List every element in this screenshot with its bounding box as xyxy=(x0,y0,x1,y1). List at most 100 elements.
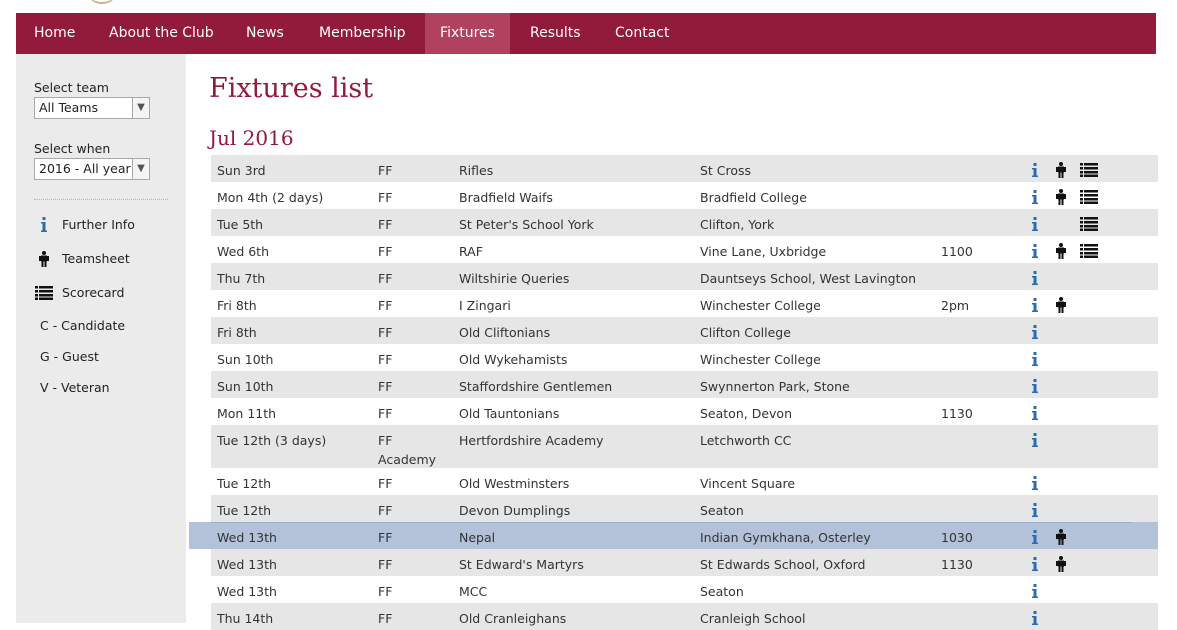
scorecard-icon[interactable] xyxy=(1080,216,1098,232)
fixture-date: Sun 10th xyxy=(217,352,274,367)
fixture-row: Thu 7th FF Wiltshirie Queries Dauntseys Sch… xyxy=(211,263,1158,290)
info-icon[interactable] xyxy=(1027,610,1043,626)
teamsheet-icon[interactable] xyxy=(1053,189,1069,205)
fixture-venue: Winchester College xyxy=(700,298,821,313)
fixture-row: Fri 8th FF Old Cliftonians Clifton College xyxy=(211,317,1158,344)
info-icon[interactable] xyxy=(1027,556,1043,572)
fixture-venue: Cranleigh School xyxy=(700,611,806,626)
team-select[interactable]: All Teams ▼ xyxy=(34,97,150,119)
fixture-type: FF xyxy=(378,611,393,626)
fixture-opponent: Bradfield Waifs xyxy=(459,190,553,205)
fixture-date: Tue 12th xyxy=(217,476,272,491)
info-icon[interactable] xyxy=(1027,432,1043,448)
key-veteran: V - Veteran xyxy=(40,380,110,395)
select-when-label: Select when xyxy=(34,141,111,156)
scorecard-icon[interactable] xyxy=(1080,162,1098,178)
fixture-type: FF xyxy=(378,352,393,367)
scorecard-icon[interactable] xyxy=(1080,189,1098,205)
fixture-opponent: St Edward's Martyrs xyxy=(459,557,584,572)
fixture-venue: Swynnerton Park, Stone xyxy=(700,379,850,394)
fixture-row: Tue 5th FF St Peter's School York Clifton, … xyxy=(211,209,1158,236)
info-icon[interactable] xyxy=(1027,189,1043,205)
fixture-type: FF xyxy=(378,503,393,518)
fixture-time: 1100 xyxy=(941,244,973,259)
nav-contact[interactable]: Contact xyxy=(599,13,685,54)
teamsheet-icon[interactable] xyxy=(1053,556,1069,572)
fixture-opponent: I Zingari xyxy=(459,298,511,313)
fixture-opponent: Devon Dumplings xyxy=(459,503,571,518)
nav-about-the-club[interactable]: About the Club xyxy=(93,13,230,54)
legend-label: Teamsheet xyxy=(62,251,130,266)
info-icon[interactable] xyxy=(1027,270,1043,286)
info-icon[interactable] xyxy=(1027,297,1043,313)
fixture-type: FF xyxy=(378,379,393,394)
fixture-row: Sun 3rd FF Rifles St Cross xyxy=(211,155,1158,182)
legend-label: Further Info xyxy=(62,217,135,232)
sidebar-divider xyxy=(34,199,168,200)
nav-news[interactable]: News xyxy=(230,13,300,54)
info-icon[interactable] xyxy=(1027,502,1043,518)
chevron-down-icon: ▼ xyxy=(132,98,149,118)
key-candidate: C - Candidate xyxy=(40,318,126,333)
sidebar: Select team All Teams ▼ Select when 2016… xyxy=(16,54,186,623)
fixture-date: Tue 12th xyxy=(217,503,272,518)
teamsheet-icon xyxy=(34,249,54,270)
select-team-label: Select team xyxy=(34,80,109,95)
info-icon[interactable] xyxy=(1027,243,1043,259)
fixture-opponent: Rifles xyxy=(459,163,494,178)
month-heading: Jul 2016 xyxy=(209,126,294,150)
fixture-venue: Seaton, Devon xyxy=(700,406,792,421)
fixture-opponent: Old Cranleighans xyxy=(459,611,567,626)
info-icon[interactable] xyxy=(1027,529,1043,545)
fixture-time: 1030 xyxy=(941,530,973,545)
info-icon[interactable] xyxy=(1027,583,1043,599)
fixture-type: FF xyxy=(378,163,393,178)
fixture-row: Sun 10th FF Old Wykehamists Winchester Coll… xyxy=(211,344,1158,371)
fixture-date: Wed 13th xyxy=(217,557,277,572)
fixture-date: Wed 13th xyxy=(217,530,277,545)
fixture-opponent: Wiltshirie Queries xyxy=(459,271,570,286)
fixture-venue: Winchester College xyxy=(700,352,821,367)
fixture-opponent: St Peter's School York xyxy=(459,217,594,232)
fixtures-table: Sun 3rd FF Rifles St Cross Mon 4th (2 days) F… xyxy=(189,155,1158,630)
nav-membership[interactable]: Membership xyxy=(303,13,422,54)
info-icon[interactable] xyxy=(1027,351,1043,367)
fixture-row: Wed 13th FF MCC Seaton xyxy=(211,576,1158,603)
when-select-value: 2016 - All year xyxy=(39,161,131,176)
nav-home[interactable]: Home xyxy=(18,13,91,54)
key-guest: G - Guest xyxy=(40,349,99,364)
when-select[interactable]: 2016 - All year ▼ xyxy=(34,158,150,180)
nav-results[interactable]: Results xyxy=(514,13,597,54)
fixture-date: Thu 14th xyxy=(217,611,274,626)
teamsheet-icon[interactable] xyxy=(1053,529,1069,545)
fixture-opponent: Nepal xyxy=(459,530,496,545)
scorecard-icon[interactable] xyxy=(1080,243,1098,259)
fixture-opponent: Old Tauntonians xyxy=(459,406,560,421)
fixture-type: FF xyxy=(378,557,393,572)
info-icon[interactable] xyxy=(1027,324,1043,340)
fixture-row: Wed 13th FF St Edward's Martyrs St Edwards … xyxy=(211,549,1158,576)
teamsheet-icon[interactable] xyxy=(1053,162,1069,178)
fixture-venue: Seaton xyxy=(700,503,744,518)
fixture-row: Fri 8th FF I Zingari Winchester College 2pm xyxy=(211,290,1158,317)
info-icon[interactable] xyxy=(1027,216,1043,232)
fixture-venue: Clifton College xyxy=(700,325,791,340)
nav-fixtures[interactable]: Fixtures xyxy=(425,13,510,54)
fixture-date: Mon 4th (2 days) xyxy=(217,190,324,205)
fixture-date: Thu 7th xyxy=(217,271,266,286)
fixture-row: Tue 12th FF Devon Dumplings Seaton xyxy=(211,495,1158,522)
fixture-time: 1130 xyxy=(941,557,973,572)
fixture-type: FF Academy xyxy=(378,433,437,467)
fixture-venue: Indian Gymkhana, Osterley xyxy=(700,530,871,545)
fixture-type: FF xyxy=(378,530,393,545)
teamsheet-icon[interactable] xyxy=(1053,243,1069,259)
info-icon[interactable] xyxy=(1027,405,1043,421)
info-icon[interactable] xyxy=(1027,378,1043,394)
fixture-opponent: Old Westminsters xyxy=(459,476,570,491)
main-nav: Home About the Club News Membership Fixt… xyxy=(16,13,1156,54)
fixture-venue: Vine Lane, Uxbridge xyxy=(700,244,827,259)
info-icon[interactable] xyxy=(1027,475,1043,491)
info-icon[interactable] xyxy=(1027,162,1043,178)
fixture-opponent: MCC xyxy=(459,584,488,599)
teamsheet-icon[interactable] xyxy=(1053,297,1069,313)
